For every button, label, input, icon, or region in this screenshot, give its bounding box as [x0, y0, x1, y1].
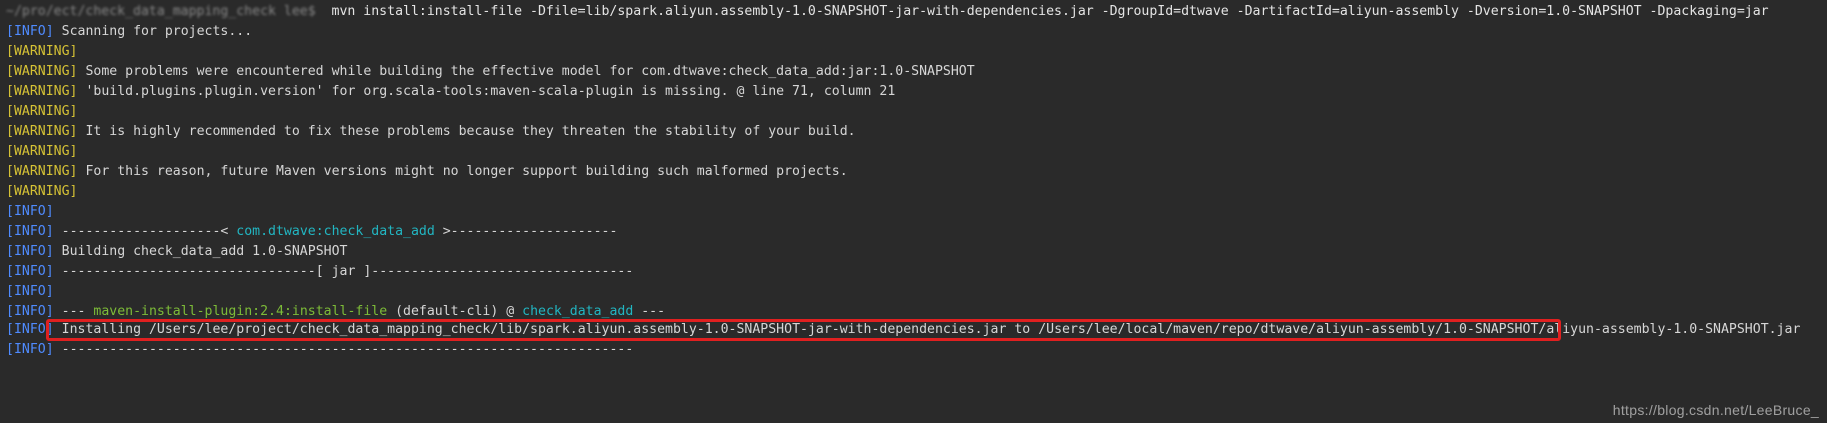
command-text: mvn install:install-file -Dfile=lib/spar…: [331, 4, 1769, 19]
log-message: Building check_data_add 1.0-SNAPSHOT: [61, 244, 348, 259]
log-line: [INFO]: [6, 284, 54, 299]
plugin-execution: (default-cli) @: [387, 304, 523, 319]
log-level: INFO: [13, 322, 46, 337]
log-message: --------------------------------[ jar ]-…: [61, 264, 634, 279]
log-level: WARNING: [13, 44, 70, 59]
log-line: [INFO]: [6, 204, 54, 219]
log-level: INFO: [13, 224, 46, 239]
separator-prefix: --------------------<: [61, 224, 237, 239]
log-level: WARNING: [13, 84, 70, 99]
log-line: [WARNING]: [6, 184, 78, 199]
log-level: WARNING: [13, 184, 70, 199]
separator-suffix: >---------------------: [434, 224, 618, 239]
log-level: INFO: [13, 304, 46, 319]
log-level: WARNING: [13, 124, 70, 139]
plugin-suffix: ---: [633, 304, 666, 319]
project-id: com.dtwave:check_data_add: [236, 224, 435, 239]
plugin-name: maven-install-plugin:2.4:install-file: [93, 304, 388, 319]
log-line: [INFO] --------------------------------[…: [6, 264, 634, 279]
log-line: [WARNING]: [6, 144, 78, 159]
log-line: [WARNING] 'build.plugins.plugin.version'…: [6, 84, 896, 99]
log-line: [WARNING] Some problems were encountered…: [6, 64, 975, 79]
log-level: INFO: [13, 284, 46, 299]
log-message: It is highly recommended to fix these pr…: [85, 124, 856, 139]
terminal-window[interactable]: ~/pro/ect/check_data_mapping_check lee$ …: [0, 0, 1827, 423]
log-message: Some problems were encountered while bui…: [85, 64, 975, 79]
log-level: WARNING: [13, 64, 70, 79]
log-message: ----------------------------------------…: [61, 342, 634, 357]
plugin-prefix: ---: [61, 304, 94, 319]
log-line: [WARNING] For this reason, future Maven …: [6, 164, 848, 179]
log-level: INFO: [13, 342, 46, 357]
log-message: Scanning for projects...: [61, 24, 253, 39]
project-name: check_data_add: [522, 304, 634, 319]
log-level: WARNING: [13, 164, 70, 179]
log-line: [WARNING] It is highly recommended to fi…: [6, 124, 856, 139]
command-line: ~/pro/ect/check_data_mapping_check lee$ …: [6, 2, 1769, 22]
log-level: WARNING: [13, 144, 70, 159]
log-line: [WARNING]: [6, 104, 78, 119]
log-line: [WARNING]: [6, 44, 78, 59]
log-level: WARNING: [13, 104, 70, 119]
log-message: 'build.plugins.plugin.version' for org.s…: [85, 84, 896, 99]
log-line: [INFO] --------------------< com.dtwave:…: [6, 224, 618, 239]
watermark-url: https://blog.csdn.net/LeeBruce_: [1612, 402, 1819, 418]
log-line: [INFO] Scanning for projects...: [6, 24, 253, 39]
log-line: [INFO] Building check_data_add 1.0-SNAPS…: [6, 244, 348, 259]
log-level: INFO: [13, 24, 46, 39]
highlight-annotation-box: [46, 319, 1561, 341]
shell-prompt: ~/pro/ect/check_data_mapping_check lee$: [6, 4, 316, 19]
log-level: INFO: [13, 264, 46, 279]
log-level: INFO: [13, 244, 46, 259]
log-line: [INFO] ---------------------------------…: [6, 342, 634, 357]
log-message: For this reason, future Maven versions m…: [85, 164, 848, 179]
log-level: INFO: [13, 204, 46, 219]
